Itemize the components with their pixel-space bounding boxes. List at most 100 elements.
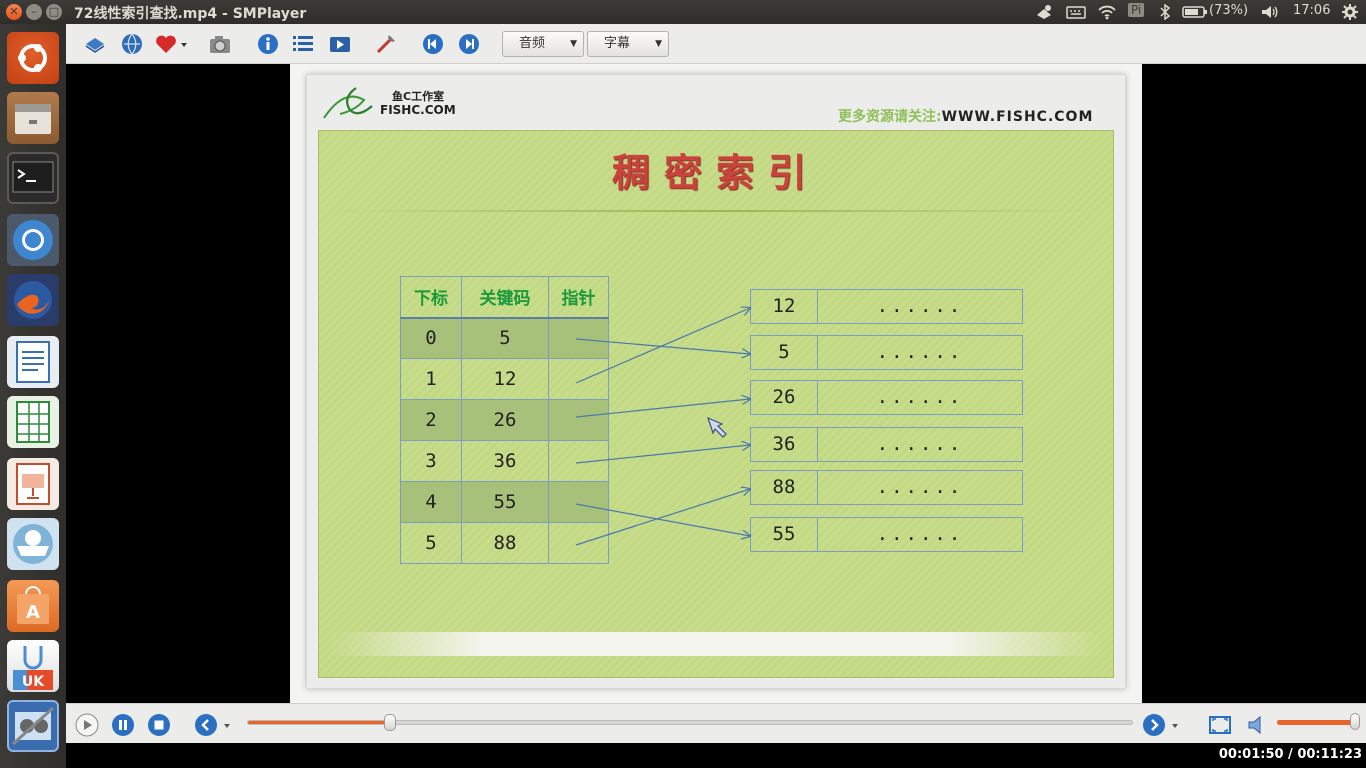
subtitle-select[interactable]: 字幕 ▼ bbox=[587, 31, 669, 57]
seek-handle[interactable] bbox=[384, 714, 397, 731]
record-value: ...... bbox=[876, 386, 964, 408]
firefox-icon[interactable] bbox=[7, 274, 59, 326]
logo-text: 鱼C工作室 bbox=[392, 89, 444, 103]
record-value: ...... bbox=[876, 341, 964, 363]
fullscreen-icon[interactable] bbox=[1208, 713, 1232, 737]
svg-text:A: A bbox=[26, 602, 40, 623]
ubuntu-dash-icon[interactable] bbox=[7, 32, 59, 84]
seek-progress bbox=[248, 721, 391, 724]
row-pointer bbox=[548, 317, 609, 359]
volume-icon[interactable] bbox=[1260, 4, 1280, 20]
volume-level bbox=[1277, 720, 1355, 725]
player-toolbar: 音频 ▼ 字幕 ▼ bbox=[66, 24, 1366, 64]
table-row: 5 88 bbox=[400, 522, 609, 564]
record-row: 26...... bbox=[750, 380, 1023, 415]
row-pointer bbox=[548, 522, 609, 564]
preferences-icon[interactable] bbox=[328, 32, 352, 56]
index-table-header: 下标 关键码 指针 bbox=[400, 276, 609, 319]
playlist-icon[interactable] bbox=[291, 32, 315, 56]
software-center-icon[interactable] bbox=[7, 518, 59, 570]
close-window-button[interactable]: ✕ bbox=[6, 4, 22, 20]
terminal-icon[interactable] bbox=[7, 152, 59, 204]
keyboard-icon[interactable] bbox=[1066, 4, 1086, 20]
record-key: 36 bbox=[751, 428, 818, 461]
record-key: 12 bbox=[751, 290, 818, 323]
minimize-window-button[interactable]: – bbox=[26, 4, 42, 20]
title-divider bbox=[330, 210, 1100, 212]
record-row: 88...... bbox=[750, 470, 1023, 505]
battery-icon[interactable] bbox=[1182, 6, 1208, 18]
row-index: 3 bbox=[400, 440, 462, 482]
record-value: ...... bbox=[876, 295, 964, 317]
chevron-down-icon: ▼ bbox=[570, 39, 577, 49]
launcher: A UK bbox=[0, 24, 66, 768]
header-pointer: 指针 bbox=[548, 276, 609, 319]
volume-handle[interactable] bbox=[1349, 713, 1360, 730]
open-file-icon[interactable] bbox=[83, 32, 107, 56]
row-key: 88 bbox=[461, 522, 549, 564]
next-icon[interactable] bbox=[457, 32, 481, 56]
record-row: 55...... bbox=[750, 517, 1023, 552]
row-key: 5 bbox=[461, 317, 549, 359]
play-icon[interactable] bbox=[75, 713, 99, 737]
ubuntu-kylin-icon[interactable]: UK bbox=[7, 640, 59, 692]
record-key: 55 bbox=[751, 518, 818, 551]
site-url: WWW.FISHC.COM bbox=[941, 109, 1094, 125]
previous-icon[interactable] bbox=[421, 32, 445, 56]
favorites-icon[interactable] bbox=[154, 32, 190, 56]
app-store-icon[interactable]: A bbox=[7, 580, 59, 632]
row-key: 12 bbox=[461, 358, 549, 400]
clock[interactable]: 17:06 bbox=[1293, 3, 1330, 18]
row-pointer bbox=[548, 481, 609, 523]
record-row: 12...... bbox=[750, 289, 1023, 324]
index-table: 下标 关键码 指针 05 1 12 2 26 3 36 4 55 5 88 bbox=[400, 276, 609, 564]
screenshot-icon[interactable] bbox=[208, 32, 232, 56]
site-prefix: 更多资源请关注: bbox=[838, 109, 942, 125]
bluetooth-icon[interactable] bbox=[1159, 4, 1171, 20]
row-pointer bbox=[548, 358, 609, 400]
slide-title: 稠密索引 bbox=[611, 150, 820, 195]
chevron-down-icon: ▼ bbox=[655, 39, 662, 49]
gear-icon[interactable] bbox=[1341, 3, 1359, 21]
dropbox-sync-icon[interactable] bbox=[1034, 3, 1054, 21]
row-index: 5 bbox=[400, 522, 462, 564]
record-value: ...... bbox=[876, 433, 964, 455]
maximize-window-button[interactable]: □ bbox=[46, 4, 62, 20]
logo-sub: FISHC.COM bbox=[380, 103, 456, 117]
libreoffice-impress-icon[interactable] bbox=[7, 458, 59, 510]
header-key: 关键码 bbox=[461, 276, 549, 319]
libreoffice-writer-icon[interactable] bbox=[7, 336, 59, 388]
battery-percent: (73%) bbox=[1209, 3, 1249, 18]
record-key: 26 bbox=[751, 381, 818, 414]
record-row: 36...... bbox=[750, 427, 1023, 462]
chromium-icon[interactable] bbox=[7, 214, 59, 266]
libreoffice-calc-icon[interactable] bbox=[7, 396, 59, 448]
rewind-icon[interactable] bbox=[194, 713, 234, 737]
open-url-icon[interactable] bbox=[120, 32, 144, 56]
time-display: 00:01:50 / 00:11:23 bbox=[1218, 747, 1362, 762]
table-row: 1 12 bbox=[400, 358, 609, 400]
subtitle-label: 字幕 bbox=[604, 36, 631, 51]
wifi-icon[interactable] bbox=[1097, 4, 1117, 20]
header-index: 下标 bbox=[400, 276, 462, 319]
audio-track-select[interactable]: 音频 ▼ bbox=[502, 31, 584, 57]
top-panel: ✕ – □ 72线性索引查找.mp4 - SMPlayer Pi (73%) 1… bbox=[0, 0, 1366, 24]
mute-icon[interactable] bbox=[1246, 713, 1270, 737]
volume-slider[interactable] bbox=[1277, 713, 1360, 730]
forward-icon[interactable] bbox=[1142, 713, 1182, 737]
record-key: 5 bbox=[751, 336, 818, 369]
files-icon[interactable] bbox=[7, 92, 59, 144]
info-icon[interactable] bbox=[256, 32, 280, 56]
pause-icon[interactable] bbox=[111, 713, 135, 737]
stop-icon[interactable] bbox=[147, 713, 171, 737]
row-key: 36 bbox=[461, 440, 549, 482]
table-row: 2 26 bbox=[400, 399, 609, 441]
tools-icon[interactable] bbox=[374, 32, 398, 56]
fishc-logo: 鱼C工作室 FISHC.COM bbox=[323, 87, 456, 119]
seek-bar[interactable] bbox=[247, 714, 1133, 731]
row-index: 0 bbox=[400, 317, 462, 359]
audio-track-label: 音频 bbox=[519, 36, 546, 51]
smplayer-icon[interactable] bbox=[7, 700, 59, 752]
row-index: 1 bbox=[400, 358, 462, 400]
input-method-indicator[interactable]: Pi bbox=[1128, 3, 1145, 17]
